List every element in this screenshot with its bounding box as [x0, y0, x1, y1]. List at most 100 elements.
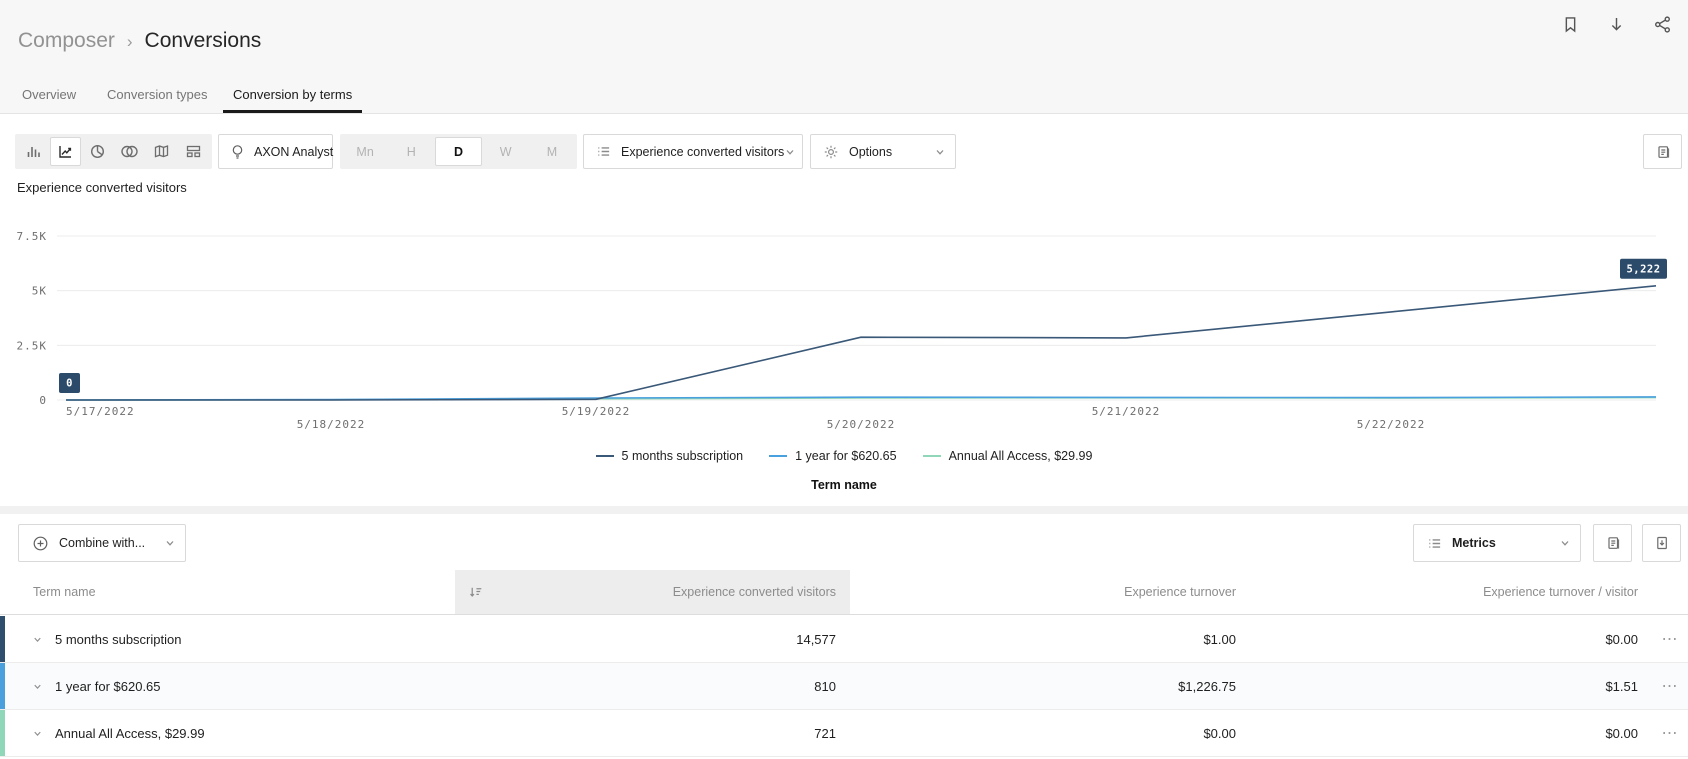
y-axis-tick: 0 [39, 394, 47, 407]
series-line[interactable] [66, 286, 1656, 400]
metric-value-cell: $0.00 [1250, 616, 1652, 662]
axon-analyst-button[interactable]: AXON Analyst [218, 134, 333, 169]
legend-item[interactable]: Annual All Access, $29.99 [923, 449, 1093, 463]
metric-value-cell: $1.51 [1250, 663, 1652, 709]
plus-circle-icon [32, 535, 49, 552]
metric-value-cell: 721 [455, 710, 850, 756]
tab-overview[interactable]: Overview [22, 87, 76, 113]
metric-value-cell: $0.00 [850, 710, 1250, 756]
column-header-experience-turnover[interactable]: Experience turnover [850, 570, 1250, 614]
lightbulb-icon [230, 144, 245, 160]
term-name[interactable]: 5 months subscription [55, 632, 181, 647]
expand-chevron-icon[interactable] [32, 634, 43, 645]
page-header: Composer › Conversions Overview Conversi… [0, 0, 1688, 114]
breadcrumb-current: Conversions [145, 29, 262, 53]
bar-chart-icon[interactable] [18, 137, 49, 166]
granularity-switcher: Mn H D W M [340, 134, 577, 169]
bookmark-icon[interactable] [1558, 12, 1582, 36]
list-icon [1427, 536, 1442, 551]
breadcrumb-separator: › [127, 32, 133, 52]
export-button[interactable] [1642, 524, 1681, 562]
granularity-m[interactable]: M [530, 137, 574, 166]
x-axis-tick: 5/18/2022 [297, 418, 366, 431]
table-row[interactable]: Annual All Access, $29.99721$0.00$0.00⋯ [0, 710, 1688, 757]
legend-swatch-icon [596, 455, 614, 457]
metric-value-cell: $1,226.75 [850, 663, 1250, 709]
metric-value-cell: $0.00 [1250, 710, 1652, 756]
chevron-down-icon [784, 146, 796, 158]
legend-label: Annual All Access, $29.99 [949, 449, 1093, 463]
legend-item[interactable]: 1 year for $620.65 [769, 449, 896, 463]
options-dropdown[interactable]: Options [810, 134, 956, 169]
analytics-app: Composer › Conversions Overview Conversi… [0, 0, 1688, 759]
gear-icon [823, 144, 839, 160]
combine-with-button[interactable]: Combine with... [18, 524, 186, 562]
venn-icon[interactable] [114, 137, 145, 166]
sort-descending-icon[interactable] [468, 585, 483, 600]
export-icon [1654, 535, 1670, 551]
x-axis-tick: 5/17/2022 [66, 405, 135, 418]
row-menu-icon[interactable]: ⋯ [1652, 710, 1688, 756]
column-header-experience-converted-visitors[interactable]: Experience converted visitors [455, 570, 850, 614]
download-icon[interactable] [1604, 12, 1628, 36]
share-icon[interactable] [1650, 12, 1674, 36]
table-row[interactable]: 1 year for $620.65 810$1,226.75$1.51⋯ [0, 663, 1688, 710]
legend-item[interactable]: 5 months subscription [596, 449, 744, 463]
breadcrumb-parent[interactable]: Composer [18, 29, 115, 53]
conversions-line-chart[interactable]: 7.5K5K2.5K05/17/20225/18/20225/19/20225/… [0, 200, 1688, 445]
chart-type-switcher [15, 134, 212, 169]
pie-chart-icon[interactable] [82, 137, 113, 166]
y-axis-tick: 2.5K [17, 339, 48, 352]
section-divider [0, 506, 1688, 514]
legend-label: 5 months subscription [622, 449, 744, 463]
column-header-label: Experience converted visitors [673, 585, 836, 599]
axon-analyst-label: AXON Analyst [254, 145, 333, 159]
x-axis-tick: 5/21/2022 [1092, 405, 1161, 418]
table-body: 5 months subscription14,577$1.00$0.00⋯1 … [0, 616, 1688, 757]
table-report-button[interactable] [1593, 524, 1632, 562]
breadcrumb: Composer › Conversions [18, 29, 261, 53]
metric-selector-dropdown[interactable]: Experience converted visitors [583, 134, 803, 169]
metric-value-cell: 810 [455, 663, 850, 709]
row-accent-bar [0, 663, 5, 709]
granularity-d[interactable]: D [435, 137, 481, 166]
table-header: Term name Experience converted visitors … [0, 570, 1688, 615]
x-axis-tick: 5/20/2022 [827, 418, 896, 431]
combine-with-label: Combine with... [59, 536, 145, 550]
layout-icon[interactable] [178, 137, 209, 166]
value-badge-text: 5,222 [1626, 263, 1660, 275]
options-label: Options [849, 145, 892, 159]
metric-value-cell: $1.00 [850, 616, 1250, 662]
term-name[interactable]: 1 year for $620.65 [55, 679, 161, 694]
column-header-experience-turnover-visitor[interactable]: Experience turnover / visitor [1250, 570, 1652, 614]
list-icon [596, 144, 611, 159]
header-actions [1558, 12, 1674, 36]
table-row[interactable]: 5 months subscription 14,577$1.00$0.00⋯ [0, 616, 1688, 663]
legend-swatch-icon [923, 455, 941, 457]
metric-value-cell: 14,577 [455, 616, 850, 662]
row-accent-bar [0, 616, 5, 662]
column-header-term-name[interactable]: Term name [0, 570, 455, 614]
metrics-label: Metrics [1452, 536, 1496, 550]
term-cell: 5 months subscription [0, 616, 455, 662]
expand-chevron-icon[interactable] [32, 681, 43, 692]
granularity-h[interactable]: H [389, 137, 433, 166]
expand-chevron-icon[interactable] [32, 728, 43, 739]
chart-x-axis-title: Term name [0, 478, 1688, 492]
journal-icon [1655, 144, 1671, 160]
tab-conversion-types[interactable]: Conversion types [107, 87, 207, 113]
metrics-dropdown[interactable]: Metrics [1413, 524, 1581, 562]
y-axis-tick: 7.5K [17, 230, 48, 243]
granularity-mn[interactable]: Mn [343, 137, 387, 166]
y-axis-tick: 5K [32, 285, 47, 298]
term-name[interactable]: Annual All Access, $29.99 [55, 726, 205, 741]
tab-conversion-by-terms[interactable]: Conversion by terms [223, 87, 362, 113]
report-button[interactable] [1643, 134, 1682, 169]
row-menu-icon[interactable]: ⋯ [1652, 663, 1688, 709]
chart-legend: 5 months subscription 1 year for $620.65 A… [0, 449, 1688, 463]
line-chart-icon[interactable] [50, 137, 81, 166]
map-icon[interactable] [146, 137, 177, 166]
granularity-w[interactable]: W [484, 137, 528, 166]
legend-label: 1 year for $620.65 [795, 449, 896, 463]
row-menu-icon[interactable]: ⋯ [1652, 616, 1688, 662]
